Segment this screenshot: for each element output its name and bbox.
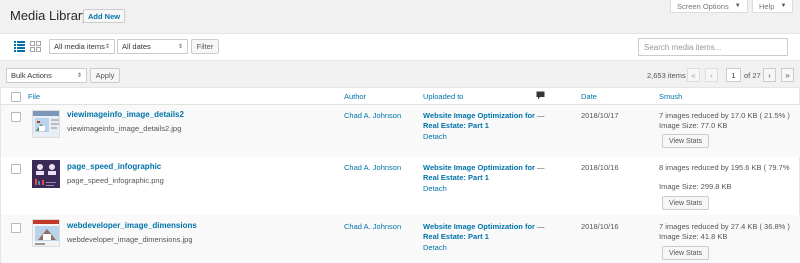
- author-link[interactable]: Chad A. Johnson: [344, 163, 401, 172]
- row-checkbox[interactable]: [11, 112, 21, 122]
- dates-select[interactable]: All dates ⇕: [117, 39, 188, 54]
- detach-link[interactable]: Detach: [423, 132, 447, 141]
- upload-date: 2018/10/17: [581, 111, 619, 120]
- detach-link[interactable]: Detach: [423, 243, 447, 252]
- table-row: webdeveloper_image_dimensions webdevelop…: [1, 215, 800, 263]
- author-link[interactable]: Chad A. Johnson: [344, 111, 401, 120]
- thumbnail-image[interactable]: [32, 219, 60, 247]
- bulk-actions-value: Bulk Actions: [11, 71, 52, 80]
- total-pages: of 27: [744, 71, 761, 80]
- select-arrows-icon: ⇕: [177, 44, 183, 50]
- comment-count: —: [537, 111, 545, 120]
- select-all-checkbox[interactable]: [11, 92, 21, 102]
- current-page-input[interactable]: 1: [726, 68, 741, 82]
- last-page-button[interactable]: »: [781, 68, 794, 82]
- column-date[interactable]: Date: [581, 92, 597, 101]
- media-filename: viewimageinfo_image_details2.jpg: [67, 124, 182, 133]
- thumbnail-image[interactable]: [32, 160, 60, 188]
- grid-view-icon[interactable]: [30, 41, 41, 52]
- list-view-icon[interactable]: [14, 41, 25, 52]
- apply-button[interactable]: Apply: [90, 68, 120, 83]
- add-new-button[interactable]: Add New: [83, 9, 126, 23]
- view-stats-button[interactable]: View Stats: [662, 134, 709, 148]
- table-row: viewimageinfo_image_details2 viewimagein…: [1, 105, 800, 157]
- column-smush: Smush: [659, 92, 683, 101]
- item-count: 2,653 items: [647, 71, 686, 80]
- next-page-button[interactable]: ›: [763, 68, 776, 82]
- select-arrows-icon: ⇕: [76, 73, 82, 79]
- media-filename: webdeveloper_image_dimensions.jpg: [67, 235, 193, 244]
- search-input[interactable]: Search media items...: [638, 38, 788, 56]
- column-author[interactable]: Author: [344, 92, 366, 101]
- uploaded-to-link[interactable]: Website Image Optimization for Real Esta…: [423, 163, 535, 183]
- upload-date: 2018/10/16: [581, 222, 619, 231]
- help-button[interactable]: Help ▼: [752, 0, 794, 13]
- smush-summary: 7 images reduced by 17.0 KB ( 21.5% ): [659, 111, 790, 120]
- select-arrows-icon: ⇕: [104, 44, 110, 50]
- smush-summary: 7 images reduced by 27.4 KB ( 36.8% ): [659, 222, 790, 231]
- prev-page-button[interactable]: ‹: [705, 68, 718, 82]
- filter-button[interactable]: Filter: [191, 39, 219, 54]
- caret-down-icon: ▼: [734, 3, 741, 9]
- dates-value: All dates: [122, 42, 151, 51]
- smush-image-size: Image Size: 41.8 KB: [659, 232, 728, 241]
- uploaded-to-link[interactable]: Website Image Optimization for Real Esta…: [423, 111, 535, 131]
- comment-count: —: [537, 163, 545, 172]
- upload-date: 2018/10/16: [581, 163, 619, 172]
- smush-image-size: Image Size: 77.0 KB: [659, 121, 728, 130]
- media-title-link[interactable]: page_speed_infographic: [67, 162, 161, 171]
- help-label: Help: [759, 1, 775, 11]
- thumbnail-image[interactable]: [32, 110, 60, 138]
- column-uploaded-to[interactable]: Uploaded to: [423, 92, 463, 101]
- comment-count: —: [537, 222, 545, 231]
- media-title-link[interactable]: viewimageinfo_image_details2: [67, 110, 184, 119]
- table-header: File Author Uploaded to Date Smush: [1, 88, 800, 105]
- media-filename: page_speed_infographic.png: [67, 176, 164, 185]
- media-table: File Author Uploaded to Date Smush viewi…: [0, 87, 800, 263]
- column-file[interactable]: File: [28, 92, 40, 101]
- smush-image-size: Image Size: 299.8 KB: [659, 182, 732, 191]
- media-type-value: All media items: [54, 42, 105, 51]
- view-stats-button[interactable]: View Stats: [662, 246, 709, 260]
- uploaded-to-link[interactable]: Website Image Optimization for Real Esta…: [423, 222, 535, 242]
- smush-summary: 8 images reduced by 195.6 KB ( 79.7%: [659, 163, 790, 172]
- screen-options-label: Screen Options: [677, 1, 729, 11]
- table-row: page_speed_infographic page_speed_infogr…: [1, 157, 800, 215]
- detach-link[interactable]: Detach: [423, 184, 447, 193]
- media-type-select[interactable]: All media items ⇕: [49, 39, 115, 54]
- page-title: Media Library: [10, 8, 89, 23]
- screen-options-button[interactable]: Screen Options ▼: [670, 0, 748, 13]
- author-link[interactable]: Chad A. Johnson: [344, 222, 401, 231]
- caret-down-icon: ▼: [780, 3, 787, 9]
- media-title-link[interactable]: webdeveloper_image_dimensions: [67, 221, 197, 230]
- first-page-button[interactable]: «: [687, 68, 700, 82]
- comment-bubble-icon[interactable]: [536, 91, 545, 100]
- row-checkbox[interactable]: [11, 164, 21, 174]
- bulk-actions-select[interactable]: Bulk Actions ⇕: [6, 68, 87, 83]
- view-stats-button[interactable]: View Stats: [662, 196, 709, 210]
- row-checkbox[interactable]: [11, 223, 21, 233]
